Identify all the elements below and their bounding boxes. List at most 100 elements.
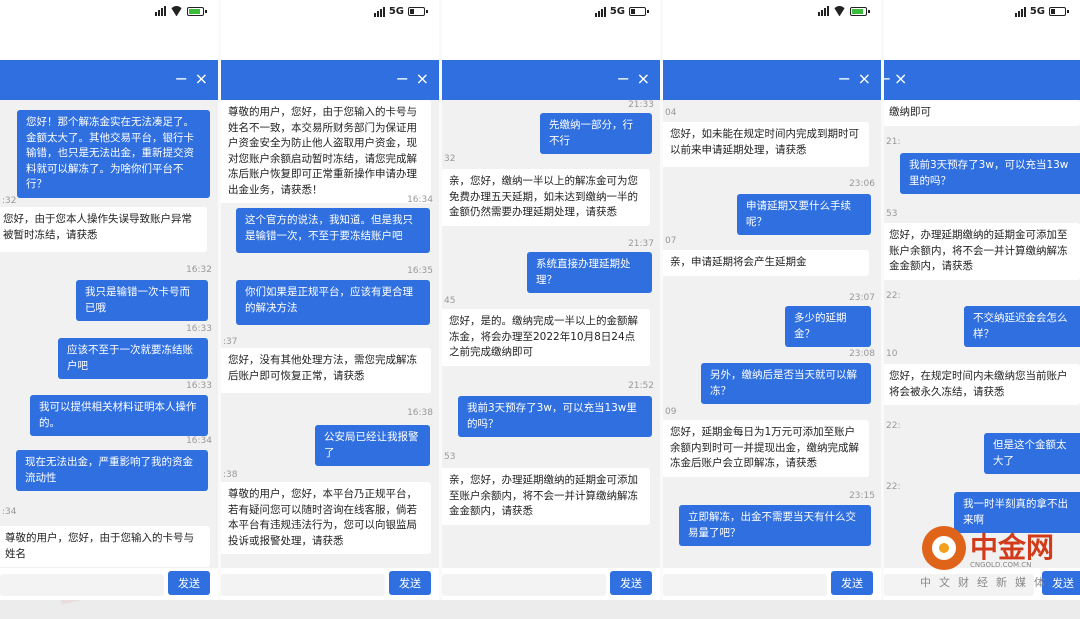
message-timestamp: 21:37 [628,239,654,249]
signal-icon [1014,6,1026,17]
wifi-icon [170,6,183,16]
user-message-bubble: 系统直接办理延期处理？ [527,252,652,293]
message-timestamp: 53 [886,209,898,219]
agent-message-bubble: 尊敬的用户，您好，由于您输入的卡号与姓名 [0,526,210,567]
wifi-icon [833,6,846,16]
screenshot-divider [218,0,221,600]
battery-charging-icon [850,6,870,16]
user-message-bubble: 先缴纳一部分，行不行 [540,113,652,154]
message-timestamp: 16:34 [407,195,433,205]
screenshot-divider [881,0,884,600]
top-blank [221,26,439,60]
user-message-bubble: 申请延期又要什么手续呢？ [737,194,871,235]
chat-header: − × [221,60,439,100]
status-icons: 5G [1014,6,1069,17]
user-message-bubble: 我可以提供相关材料证明本人操作的。 [30,395,208,436]
minimize-icon[interactable]: − [396,69,409,88]
close-icon[interactable]: × [416,69,429,88]
status-bar: 5G [884,0,1080,26]
screenshot-divider [439,0,442,600]
chat-header: − × [884,60,1080,100]
battery-icon [408,7,428,16]
message-timestamp: 22: [886,421,901,431]
composer-bar: 发送 [663,568,881,600]
send-button[interactable]: 发送 [168,571,210,595]
message-list: 缴纳即可 21: 我前3天预存了3w，可以充当13w里的吗？ 53 您好，办理延期缴纳的… [884,100,1080,568]
composer-bar: 发送 [221,568,439,600]
message-timestamp: 22: [886,291,901,301]
minimize-icon[interactable]: − [838,69,851,88]
message-timestamp: 07 [665,236,677,246]
user-message-bubble: 我前3天预存了3w，可以充当13w里的吗？ [900,153,1080,194]
message-input[interactable] [442,574,606,596]
agent-message-bubble: 亲，申请延期将会产生延期金 [663,250,869,276]
signal-icon [818,6,829,16]
user-message-bubble: 我只是输错一次卡号而已哦 [76,280,208,321]
message-timestamp: 21:52 [628,381,654,391]
send-button[interactable]: 发送 [389,571,431,595]
message-input[interactable] [221,574,385,596]
network-type-label: 5G [1029,6,1045,17]
message-list: 尊敬的用户，您好，由于您输入的卡号与姓名不一致，本交易所财务部门为保证用户资金安… [221,100,439,568]
message-timestamp: :37 [223,337,238,347]
composer-bar: 发送 [442,568,660,600]
status-icons [818,6,870,16]
close-icon[interactable]: × [894,69,907,88]
status-icons [155,6,207,16]
agent-message-bubble: 尊敬的用户，您好，由于您输入的卡号与姓名不一致，本交易所财务部门为保证用户资金安… [221,100,431,203]
message-timestamp: 16:38 [407,408,433,418]
network-type-label: 5G [609,6,625,17]
agent-message-bubble: 您好，没有其他处理方法，需您完成解冻后账户即可恢复正常，请获悉 [221,348,431,393]
logo-url: CNGOLD.COM.CN [970,561,1032,569]
agent-message-bubble: 亲，您好，缴纳一半以上的解冻金可为您免费办理五天延期，如未达到缴纳一半的金额仍然… [442,169,650,226]
agent-message-bubble: 您好，是的。缴纳完成一半以上的金额解冻金，将会办理至2022年10月8日24点之… [442,309,650,366]
message-input[interactable] [0,574,164,596]
message-timestamp: :38 [223,470,238,480]
agent-message-bubble: 您好，如未能在规定时间内完成到期时可以前来申请延期处理，请获悉 [663,122,869,167]
user-message-bubble: 公安局已经让我报警了 [315,425,430,466]
status-icons: 5G [594,6,649,17]
message-timestamp: 32 [444,154,456,164]
message-timestamp: 23:08 [849,349,875,359]
send-button[interactable]: 发送 [610,571,652,595]
message-timestamp: 16:33 [186,381,212,391]
top-blank [442,26,660,60]
logo-slogan: 中文财经新媒体 [920,576,1053,589]
chat-screen-3: 5G − × 21:33 先缴纳一部分，行不行 32 亲，您好，缴纳一半以上的解冻金可为您免… [442,0,660,600]
message-timestamp: 16:32 [186,265,212,275]
message-timestamp: 23:15 [849,491,875,501]
message-input[interactable] [663,574,827,596]
send-button[interactable]: 发送 [831,571,873,595]
message-list: 04 您好，如未能在规定时间内完成到期时可以前来申请延期处理，请获悉 23:06 申请… [663,100,881,568]
close-icon[interactable]: × [858,69,871,88]
composer-bar: 发送 [0,568,218,600]
user-message-bubble: 这个官方的说法，我知道。但是我只是输错一次，不至于要冻结账户吧 [236,208,430,253]
close-icon[interactable]: × [637,69,650,88]
agent-message-bubble: 亲，您好，办理延期缴纳的延期金可添加至账户余额内，将不会一并计算缴纳解冻金金额内… [442,468,650,525]
user-message-bubble: 你们如果是正规平台，应该有更合理的解决方法 [236,280,430,325]
minimize-icon[interactable]: − [617,69,630,88]
minimize-icon[interactable]: − [884,69,891,88]
status-bar [663,0,881,26]
message-timestamp: 22: [886,482,901,492]
message-timestamp: 53 [444,452,456,462]
close-icon[interactable]: × [195,69,208,88]
status-bar: 5G [221,0,439,26]
status-bar [0,0,218,26]
message-timestamp: 10 [886,349,898,359]
signal-icon [594,6,606,17]
message-timestamp: 21: [886,137,901,147]
user-message-bubble: 应该不至于一次就要冻结账户吧 [58,338,208,379]
message-timestamp: :32 [2,196,17,206]
minimize-icon[interactable]: − [175,69,188,88]
message-timestamp: 23:06 [849,179,875,189]
status-bar: 5G [442,0,660,26]
user-message-bubble: 立即解冻，出金不需要当天有什么交易量了吧？ [679,505,871,546]
user-message-bubble: 您好！那个解冻金实在无法凑足了。金额太大了。其他交易平台，银行卡输错，也只是无法… [17,110,210,198]
logo-name: 中金网 [970,531,1055,564]
message-timestamp: 16:35 [407,266,433,276]
cngold-logo: 中金网 CNGOLD.COM.CN 中文财经新媒体 [920,516,1070,589]
user-message-bubble: 我前3天预存了3w，可以充当13w里的吗？ [458,396,652,437]
status-icons: 5G [373,6,428,17]
chat-screen-5: 5G − × 缴纳即可 21: 我前3天预存了3w，可以充当13w里的吗？ 53 您好，办理延… [884,0,1080,600]
